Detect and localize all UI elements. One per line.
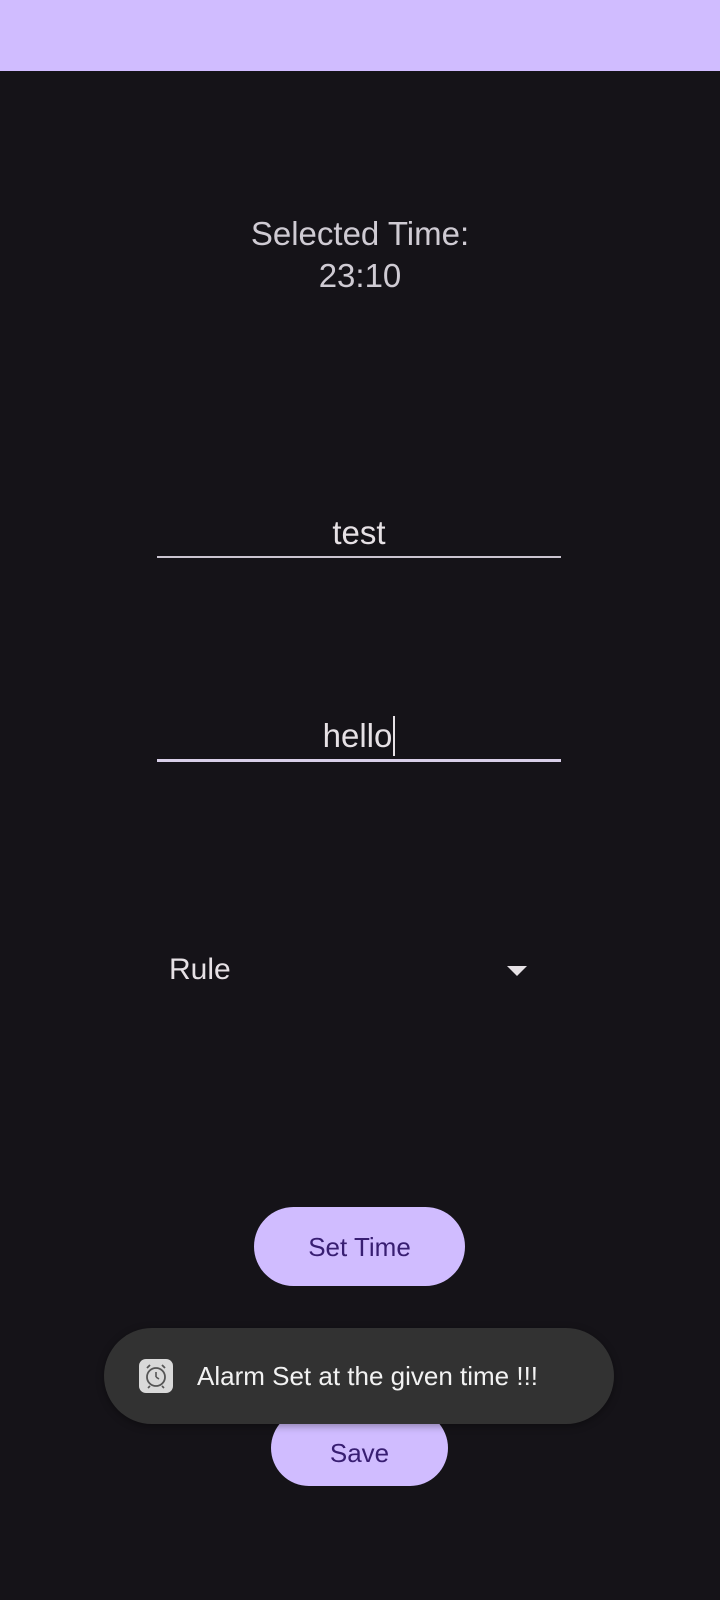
alarm-clock-icon [139, 1359, 173, 1393]
second-text-field-value: hello [322, 717, 393, 754]
selected-time-value: 23:10 [318, 257, 402, 294]
toast-notification: Alarm Set at the given time !!! [104, 1328, 614, 1424]
selected-time-label: Selected Time: [250, 215, 470, 252]
dropdown-arrow-icon [507, 966, 527, 976]
rule-dropdown[interactable]: Rule [169, 948, 539, 992]
rule-dropdown-selected: Rule [169, 953, 231, 986]
toast-message: Alarm Set at the given time !!! [197, 1361, 539, 1391]
second-text-field[interactable]: hello [157, 713, 561, 762]
first-text-field[interactable]: test [157, 510, 561, 558]
set-time-button[interactable]: Set Time [254, 1207, 465, 1286]
selected-time-display: Selected Time: 23:10 [0, 213, 720, 297]
first-text-field-value: test [332, 514, 386, 551]
text-cursor [393, 716, 396, 757]
app-bar [0, 0, 720, 71]
